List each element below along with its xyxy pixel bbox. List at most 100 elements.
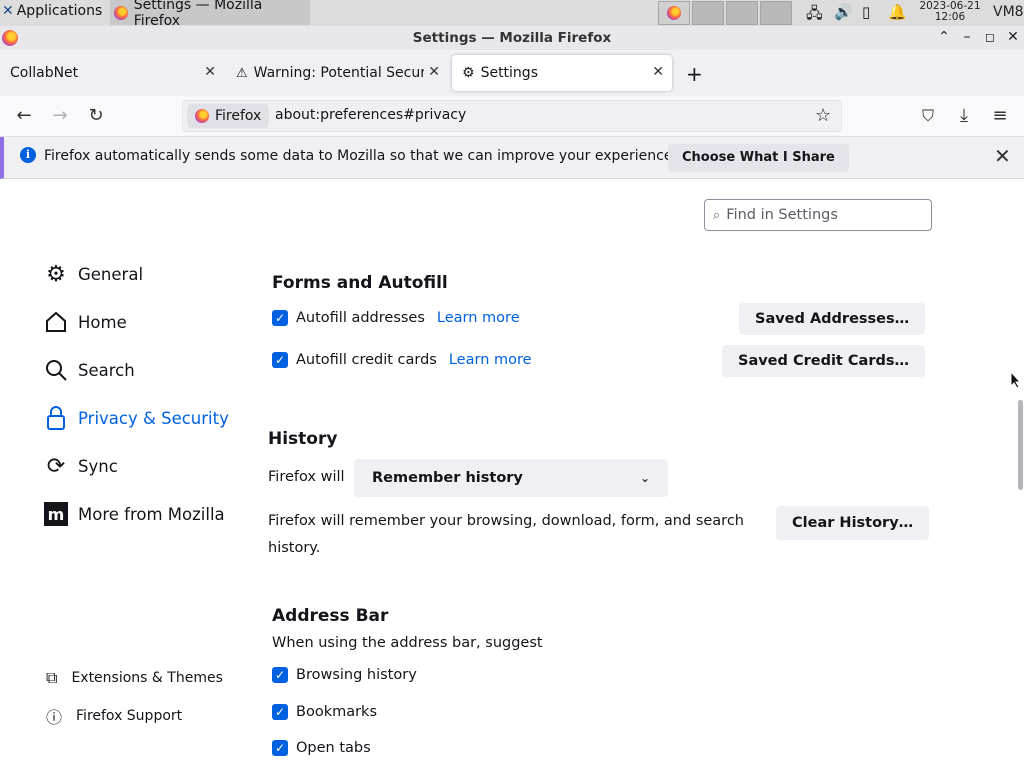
- tab-label: CollabNet: [10, 65, 79, 81]
- applications-menu[interactable]: ✕ Applications: [2, 3, 102, 19]
- bookmark-star-icon[interactable]: ☆: [815, 105, 831, 126]
- home-icon: [44, 310, 68, 334]
- clock[interactable]: 2023-06-21 12:06: [914, 1, 986, 23]
- tab-collabnet[interactable]: CollabNet ✕: [0, 55, 224, 91]
- gear-icon: ⚙: [462, 65, 475, 81]
- browsing-history-checkbox[interactable]: ✓ Browsing history: [272, 667, 417, 683]
- sidebar-item-label: Home: [78, 312, 127, 332]
- checkbox-checked-icon[interactable]: ✓: [272, 352, 288, 368]
- saved-credit-cards-button[interactable]: Saved Credit Cards…: [722, 345, 925, 377]
- mouse-cursor-icon: [1010, 370, 1022, 393]
- open-tabs-checkbox[interactable]: ✓ Open tabs: [272, 740, 371, 756]
- autofill-cards-checkbox[interactable]: ✓ Autofill credit cards Learn more: [272, 352, 532, 368]
- search-placeholder: Find in Settings: [726, 207, 838, 223]
- mozilla-icon: m: [44, 502, 68, 526]
- bookmarks-checkbox[interactable]: ✓ Bookmarks: [272, 704, 377, 720]
- learn-more-link[interactable]: Learn more: [437, 310, 520, 326]
- close-tab-icon[interactable]: ✕: [652, 64, 664, 80]
- firefox-icon: [195, 109, 209, 123]
- downloads-icon[interactable]: ⤓: [952, 104, 976, 128]
- autofill-addresses-label: Autofill addresses: [296, 310, 425, 326]
- sidebar-item-label: Sync: [78, 456, 118, 476]
- puzzle-icon: ⧉: [46, 668, 58, 687]
- workspace-3[interactable]: [726, 1, 758, 25]
- chevron-down-icon: ⌄: [639, 471, 650, 485]
- sidebar-extensions-themes[interactable]: ⧉ Extensions & Themes: [46, 668, 223, 688]
- close-tab-icon[interactable]: ✕: [204, 64, 216, 80]
- option-label: Open tabs: [296, 740, 371, 756]
- volume-icon[interactable]: 🔊: [834, 3, 853, 21]
- firefox-icon: [667, 6, 681, 20]
- reload-button[interactable]: ↻: [84, 104, 108, 128]
- tab-label: Warning: Potential Security Risk Ahead: [253, 65, 424, 81]
- saved-addresses-button[interactable]: Saved Addresses…: [739, 303, 926, 335]
- autofill-addresses-checkbox[interactable]: ✓ Autofill addresses Learn more: [272, 310, 520, 326]
- address-bar-heading: Address Bar: [272, 606, 389, 626]
- history-mode-select[interactable]: Remember history ⌄: [354, 459, 668, 497]
- back-button[interactable]: ←: [12, 104, 36, 128]
- gear-icon: ⚙: [46, 261, 66, 287]
- identity-box[interactable]: Firefox: [187, 104, 270, 128]
- close-tab-icon[interactable]: ✕: [428, 64, 440, 80]
- history-heading: History: [268, 429, 338, 449]
- sidebar-item-label: Search: [78, 360, 135, 380]
- history-description: Firefox will remember your browsing, dow…: [268, 513, 744, 556]
- close-icon[interactable]: ✕: [994, 144, 1011, 168]
- taskbar: ✕ Applications Settings — Mozilla Firefo…: [0, 0, 1024, 29]
- search-icon: ⌕: [713, 207, 721, 223]
- taskbar-window-button[interactable]: Settings — Mozilla Firefox: [110, 0, 310, 29]
- identity-label: Firefox: [215, 108, 262, 124]
- help-icon: ⓘ: [46, 708, 63, 727]
- forward-button[interactable]: →: [48, 104, 72, 128]
- checkbox-checked-icon[interactable]: ✓: [272, 667, 288, 683]
- notification-message: Firefox automatically sends some data to…: [44, 148, 677, 164]
- chevron-up-icon[interactable]: ⌃: [935, 29, 953, 45]
- url-text[interactable]: about:preferences#privacy: [275, 107, 466, 123]
- forms-autofill-heading: Forms and Autofill: [272, 273, 448, 293]
- maximize-button[interactable]: ◻: [981, 30, 999, 44]
- checkbox-checked-icon[interactable]: ✓: [272, 310, 288, 326]
- pocket-icon[interactable]: ⛉: [916, 104, 940, 128]
- sidebar-item-home[interactable]: Home: [44, 310, 127, 334]
- sidebar-item-more-from-mozilla[interactable]: m More from Mozilla: [44, 502, 225, 526]
- sidebar-item-search[interactable]: Search: [44, 358, 135, 382]
- notification-bell-icon[interactable]: 🔔: [888, 3, 907, 21]
- sidebar-footer-label: Extensions & Themes: [71, 670, 223, 686]
- checkbox-checked-icon[interactable]: ✓: [272, 740, 288, 756]
- firefox-icon: [114, 5, 128, 20]
- learn-more-link[interactable]: Learn more: [449, 352, 532, 368]
- warning-icon: ⚠: [236, 65, 248, 81]
- sidebar-firefox-support[interactable]: ⓘ Firefox Support: [46, 704, 182, 728]
- new-tab-button[interactable]: +: [686, 62, 703, 86]
- menu-icon[interactable]: ≡: [988, 104, 1012, 128]
- applications-label: Applications: [16, 3, 103, 19]
- autofill-cards-label: Autofill credit cards: [296, 352, 437, 368]
- close-window-button[interactable]: ✕: [1004, 29, 1022, 45]
- history-mode-value: Remember history: [372, 470, 523, 486]
- sidebar-item-sync[interactable]: ⟳ Sync: [44, 454, 118, 479]
- network-icon[interactable]: 🖧: [806, 3, 823, 28]
- sidebar-item-label: Privacy & Security: [78, 408, 229, 428]
- sidebar-item-privacy-security[interactable]: Privacy & Security: [44, 406, 229, 430]
- scrollbar-thumb[interactable]: [1018, 400, 1023, 490]
- battery-icon[interactable]: ▯: [862, 3, 870, 21]
- lock-icon: [44, 406, 68, 430]
- search-input[interactable]: ⌕ Find in Settings: [704, 199, 932, 231]
- window-title: Settings — Mozilla Firefox: [412, 30, 612, 46]
- tab-warning[interactable]: ⚠ Warning: Potential Security Risk Ahead…: [226, 55, 448, 91]
- option-label: Bookmarks: [296, 704, 378, 720]
- choose-what-i-share-button[interactable]: Choose What I Share: [668, 144, 849, 172]
- checkbox-checked-icon[interactable]: ✓: [272, 704, 288, 720]
- workspace-1[interactable]: [658, 1, 690, 25]
- taskbar-window-title: Settings — Mozilla Firefox: [133, 0, 263, 29]
- minimize-button[interactable]: –: [958, 29, 976, 45]
- tab-settings[interactable]: ⚙ Settings ✕: [452, 55, 672, 91]
- clear-history-button[interactable]: Clear History…: [776, 506, 930, 540]
- tab-strip: CollabNet ✕ ⚠ Warning: Potential Securit…: [0, 50, 1024, 96]
- sidebar-item-label: General: [78, 264, 144, 284]
- url-bar[interactable]: Firefox about:preferences#privacy ☆: [182, 100, 842, 132]
- workspace-2[interactable]: [692, 1, 724, 25]
- workspace-4[interactable]: [760, 1, 792, 25]
- info-icon: i: [20, 147, 36, 163]
- sidebar-item-general[interactable]: ⚙ General: [44, 261, 144, 287]
